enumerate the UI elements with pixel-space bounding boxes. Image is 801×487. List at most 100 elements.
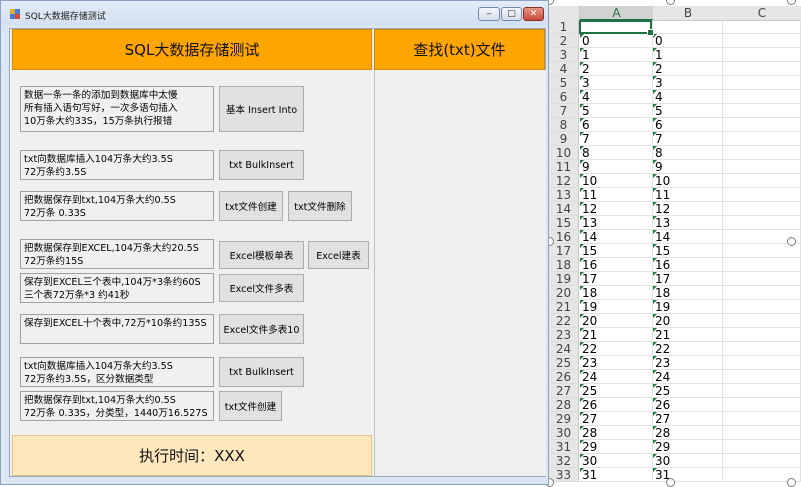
cell-a[interactable]: 5 — [580, 104, 653, 118]
excel-multi-sheet-10-button[interactable]: Excel文件多表10 — [219, 314, 304, 344]
cell-b[interactable]: 26 — [653, 398, 723, 412]
row-header[interactable]: 7 — [549, 104, 579, 118]
cell-c[interactable] — [723, 370, 801, 384]
cell-b[interactable]: 4 — [653, 90, 723, 104]
active-cell-a1[interactable] — [579, 20, 654, 36]
cell-b[interactable]: 9 — [653, 160, 723, 174]
cell-c[interactable] — [723, 258, 801, 272]
basic-insert-into-button[interactable]: 基本 Insert Into — [219, 86, 304, 132]
cell-a[interactable]: 17 — [580, 272, 653, 286]
resize-handle-bottom[interactable] — [666, 478, 675, 487]
row-header[interactable]: 10 — [549, 146, 579, 160]
cell-c[interactable] — [723, 286, 801, 300]
cell-c[interactable] — [723, 300, 801, 314]
cell-c[interactable] — [723, 426, 801, 440]
cell-b[interactable]: 1 — [653, 48, 723, 62]
cell-c[interactable] — [723, 188, 801, 202]
cell-b[interactable]: 21 — [653, 328, 723, 342]
cell-a[interactable]: 6 — [580, 118, 653, 132]
resize-handle-right[interactable] — [787, 237, 796, 246]
cell-b[interactable]: 17 — [653, 272, 723, 286]
cell-b[interactable]: 15 — [653, 244, 723, 258]
row-header[interactable]: 32 — [549, 454, 579, 468]
row-header[interactable]: 1 — [549, 20, 579, 34]
cell-a[interactable]: 15 — [580, 244, 653, 258]
row-header[interactable]: 14 — [549, 202, 579, 216]
cell-a[interactable]: 30 — [580, 454, 653, 468]
close-button[interactable]: ✕ — [523, 7, 544, 21]
cell-a[interactable]: 27 — [580, 412, 653, 426]
row-header[interactable]: 13 — [549, 188, 579, 202]
row-header[interactable]: 15 — [549, 216, 579, 230]
cell-c[interactable] — [723, 272, 801, 286]
cell-b[interactable]: 30 — [653, 454, 723, 468]
cell-a[interactable]: 11 — [580, 188, 653, 202]
cell-c[interactable] — [723, 216, 801, 230]
row-header[interactable]: 24 — [549, 342, 579, 356]
cell-c[interactable] — [723, 174, 801, 188]
cell-a[interactable]: 23 — [580, 356, 653, 370]
cell-a[interactable]: 25 — [580, 384, 653, 398]
cell-c[interactable] — [723, 412, 801, 426]
cell-c[interactable] — [723, 398, 801, 412]
cell-a[interactable]: 7 — [580, 132, 653, 146]
cell-a[interactable]: 24 — [580, 370, 653, 384]
row-header[interactable]: 17 — [549, 244, 579, 258]
txt-create-button[interactable]: txt文件创建 — [219, 191, 283, 221]
txt-delete-button[interactable]: txt文件删除 — [288, 191, 352, 221]
row-header[interactable]: 3 — [549, 48, 579, 62]
row-header[interactable]: 18 — [549, 258, 579, 272]
cell-c[interactable] — [723, 244, 801, 258]
row-header[interactable]: 21 — [549, 300, 579, 314]
cell-c[interactable] — [723, 62, 801, 76]
cell-b[interactable]: 14 — [653, 230, 723, 244]
row-header[interactable]: 5 — [549, 76, 579, 90]
cell-c[interactable] — [723, 90, 801, 104]
row-header[interactable]: 29 — [549, 412, 579, 426]
row-header[interactable]: 20 — [549, 286, 579, 300]
maximize-button[interactable]: □ — [501, 7, 522, 21]
excel-template-single-button[interactable]: Excel模板单表 — [219, 241, 304, 269]
minimize-button[interactable]: ‒ — [478, 7, 500, 21]
cell-a[interactable]: 14 — [580, 230, 653, 244]
row-header[interactable]: 4 — [549, 62, 579, 76]
cell-c[interactable] — [723, 146, 801, 160]
cell-a[interactable]: 16 — [580, 258, 653, 272]
cell-b[interactable]: 19 — [653, 300, 723, 314]
cell-a[interactable]: 19 — [580, 300, 653, 314]
cell-b[interactable]: 24 — [653, 370, 723, 384]
row-header[interactable]: 27 — [549, 384, 579, 398]
row-header[interactable]: 28 — [549, 398, 579, 412]
txt-bulkinsert-typed-button[interactable]: txt BulkInsert — [219, 357, 304, 387]
cell-b[interactable]: 12 — [653, 202, 723, 216]
cell-b[interactable]: 2 — [653, 62, 723, 76]
cell-c[interactable] — [723, 118, 801, 132]
cell-a[interactable]: 4 — [580, 90, 653, 104]
cell-c[interactable] — [723, 314, 801, 328]
cell-b[interactable]: 22 — [653, 342, 723, 356]
cell-c[interactable] — [723, 48, 801, 62]
cell-a[interactable]: 26 — [580, 398, 653, 412]
cell-b[interactable]: 13 — [653, 216, 723, 230]
txt-create-typed-button[interactable]: txt文件创建 — [219, 391, 282, 421]
cell-a[interactable]: 3 — [580, 76, 653, 90]
cell-c[interactable] — [723, 20, 801, 34]
cell-c[interactable] — [723, 160, 801, 174]
cell-a[interactable]: 29 — [580, 440, 653, 454]
row-header[interactable]: 31 — [549, 440, 579, 454]
cell-c[interactable] — [723, 342, 801, 356]
cell-b[interactable]: 16 — [653, 258, 723, 272]
cell-c[interactable] — [723, 104, 801, 118]
cell-b[interactable]: 27 — [653, 412, 723, 426]
cell-c[interactable] — [723, 440, 801, 454]
row-header[interactable]: 9 — [549, 132, 579, 146]
row-header[interactable]: 25 — [549, 356, 579, 370]
cell-c[interactable] — [723, 454, 801, 468]
cell-a[interactable]: 10 — [580, 174, 653, 188]
cell-b[interactable]: 18 — [653, 286, 723, 300]
cell-b[interactable]: 10 — [653, 174, 723, 188]
column-header-c[interactable]: C — [723, 6, 801, 21]
cell-c[interactable] — [723, 34, 801, 48]
cell-b[interactable]: 23 — [653, 356, 723, 370]
cell-a[interactable]: 21 — [580, 328, 653, 342]
